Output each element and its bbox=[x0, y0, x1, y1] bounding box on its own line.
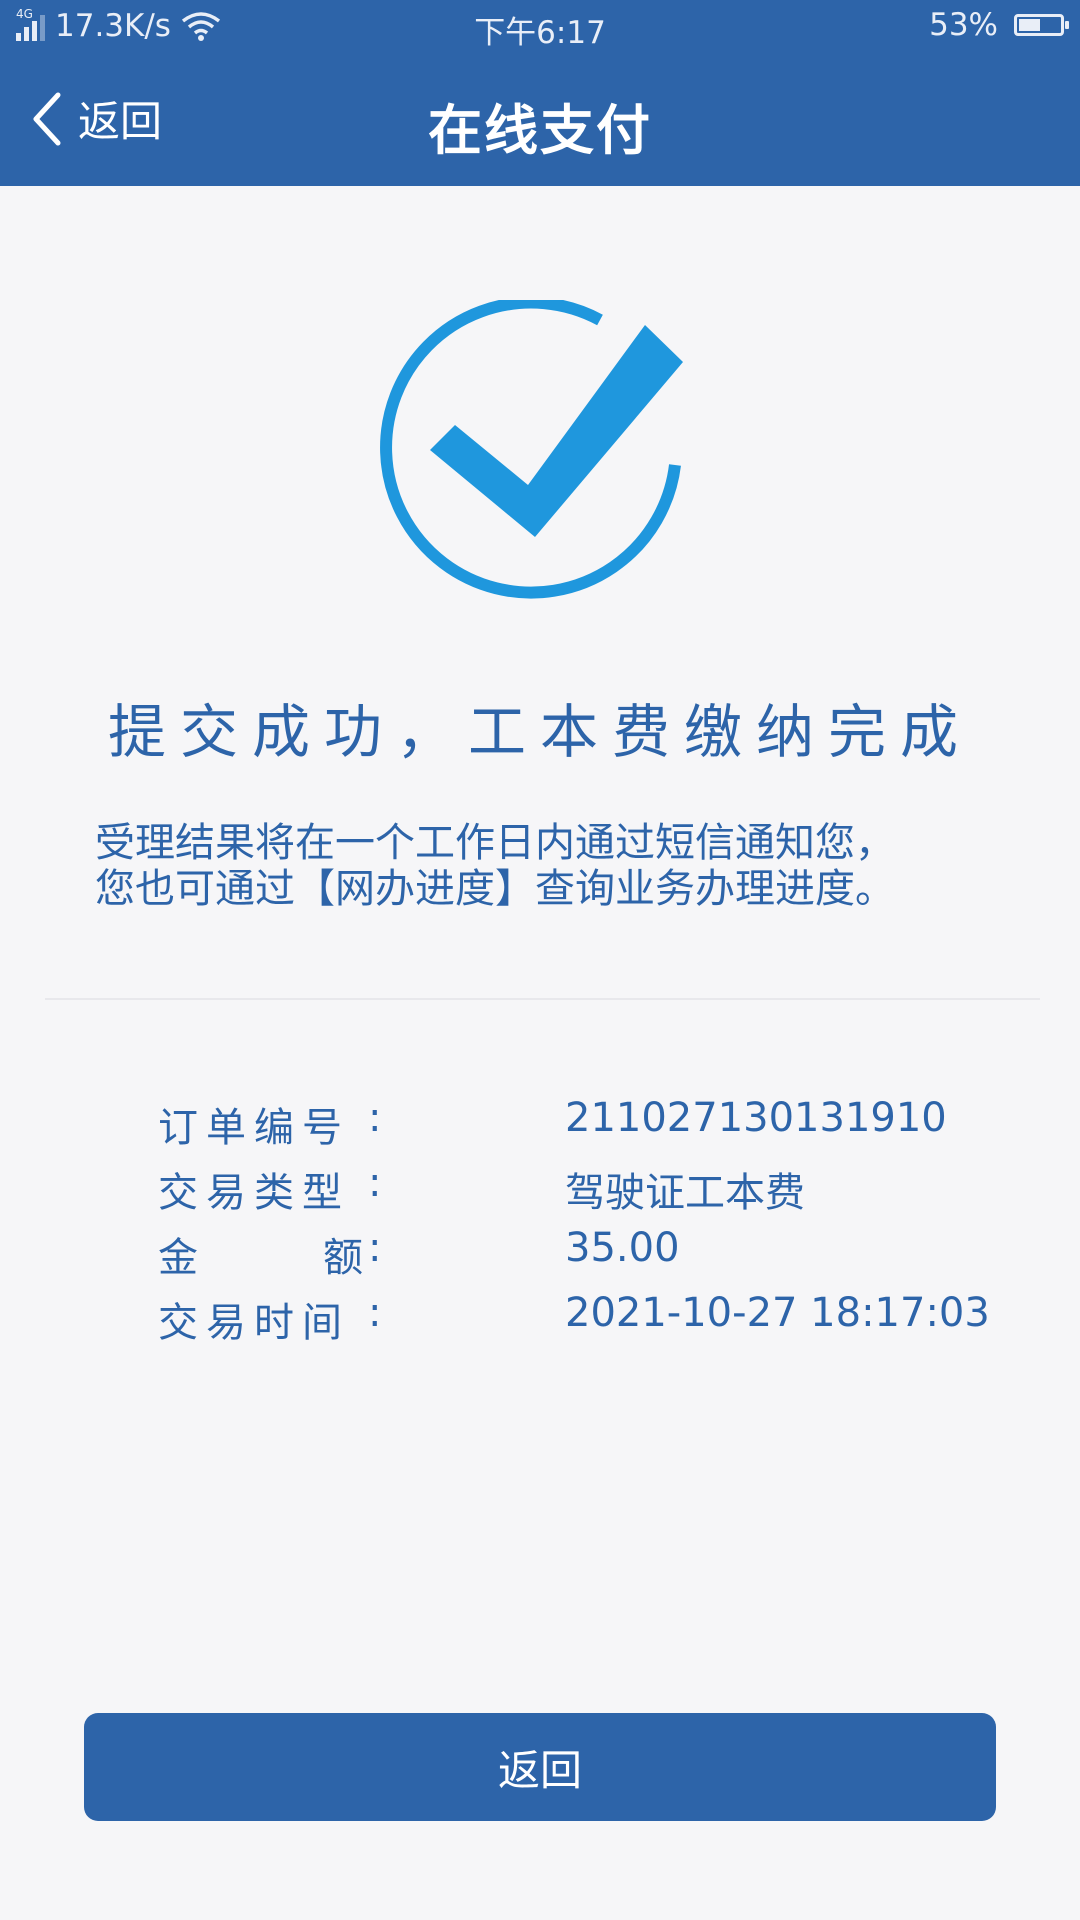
time-label: 交易时间 bbox=[158, 1300, 350, 1346]
success-description: 受理结果将在一个工作日内通过短信通知您， 您也可通过【网办进度】查询业务办理进度… bbox=[95, 820, 995, 912]
time-value: 2021-10-27 18:17:03 bbox=[565, 1290, 990, 1336]
status-time: 下午6:17 bbox=[474, 15, 606, 51]
detail-row-amount: 金 额 : 35.00 bbox=[0, 1225, 1080, 1285]
status-right: 53% bbox=[929, 7, 1069, 43]
description-line-1: 受理结果将在一个工作日内通过短信通知您， bbox=[95, 820, 895, 866]
colon: : bbox=[368, 1095, 382, 1141]
colon: : bbox=[368, 1225, 382, 1271]
detail-row-type: 交易类型 : 驾驶证工本费 bbox=[0, 1160, 1080, 1220]
description-line-2: 您也可通过【网办进度】查询业务办理进度。 bbox=[95, 866, 895, 912]
amount-label: 金 额 bbox=[158, 1225, 363, 1283]
app-header: 返回 在线支付 bbox=[0, 54, 1080, 186]
colon: : bbox=[368, 1290, 382, 1336]
divider bbox=[45, 998, 1040, 1000]
status-bar: 4G 17.3K/s 下午6:17 53% bbox=[0, 0, 1080, 54]
success-title: 提交成功，工本费缴纳完成 bbox=[107, 698, 972, 766]
return-button-label: 返回 bbox=[497, 1745, 582, 1795]
page-title: 在线支付 bbox=[428, 99, 652, 162]
order-no-value: 211027130131910 bbox=[565, 1095, 947, 1141]
screen: 4G 17.3K/s 下午6:17 53% 返回 在线支付 提交成功，工本费缴纳… bbox=[0, 0, 1080, 1920]
amount-label-char-2: 额 bbox=[323, 1235, 363, 1281]
type-value: 驾驶证工本费 bbox=[565, 1170, 805, 1216]
check-circle-icon bbox=[380, 300, 683, 599]
amount-label-char-1: 金 bbox=[158, 1235, 198, 1281]
battery-icon bbox=[1014, 14, 1069, 36]
type-label: 交易类型 bbox=[158, 1170, 350, 1216]
return-button[interactable]: 返回 bbox=[84, 1713, 996, 1821]
amount-value: 35.00 bbox=[565, 1225, 680, 1271]
battery-percent: 53% bbox=[929, 7, 998, 43]
colon: : bbox=[368, 1160, 382, 1206]
detail-row-time: 交易时间 : 2021-10-27 18:17:03 bbox=[0, 1290, 1080, 1350]
order-no-label: 订单编号 bbox=[158, 1105, 350, 1151]
detail-row-order-no: 订单编号 : 211027130131910 bbox=[0, 1095, 1080, 1155]
